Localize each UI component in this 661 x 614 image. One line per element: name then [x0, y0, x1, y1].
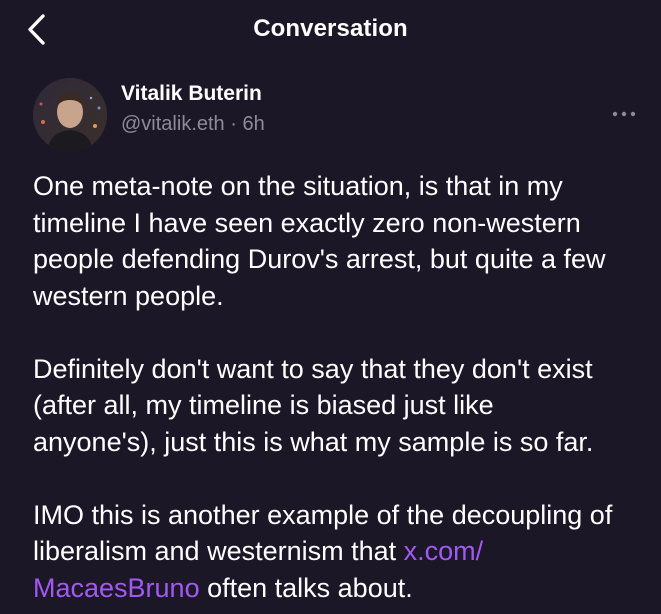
- text-line: liberalism and westernism that x.com/: [33, 533, 653, 570]
- post-author: Vitalik Buterin @vitalik.eth · 6h: [33, 78, 636, 158]
- top-bar: Conversation: [0, 0, 661, 60]
- text-line: Definitely don't want to say that they d…: [33, 353, 593, 384]
- text-line: people defending Durov's arrest, but qui…: [33, 244, 606, 274]
- profile-link-part-2[interactable]: MacaesBruno: [33, 573, 200, 603]
- text-line: MacaesBruno often talks about.: [33, 570, 653, 607]
- text-line: One meta-note on the situation, is that …: [33, 171, 563, 201]
- more-horizontal-icon: [612, 111, 636, 117]
- more-options-button[interactable]: [609, 104, 639, 124]
- text-segment: liberalism and westernism that: [33, 536, 404, 566]
- profile-link-part-1[interactable]: x.com/: [404, 536, 484, 566]
- post-paragraph: IMO this is another example of the decou…: [33, 497, 653, 607]
- page-title: Conversation: [253, 15, 408, 42]
- text-line: IMO this is another example of the decou…: [33, 499, 613, 530]
- author-name[interactable]: Vitalik Buterin: [121, 82, 262, 106]
- author-handle-time: @vitalik.eth · 6h: [121, 113, 265, 135]
- avatar[interactable]: [33, 78, 107, 152]
- post-paragraph: Definitely don't want to say that they d…: [33, 351, 653, 461]
- text-line: (after all, my timeline is biased just l…: [33, 390, 494, 420]
- post-text: One meta-note on the situation, is that …: [33, 168, 653, 606]
- text-line: western people.: [33, 280, 224, 311]
- post-paragraph: One meta-note on the situation, is that …: [33, 168, 653, 314]
- text-segment: often talks about.: [199, 572, 413, 603]
- text-line: anyone's), just this is what my sample i…: [33, 426, 594, 457]
- text-line: timeline I have seen exactly zero non-we…: [33, 207, 581, 238]
